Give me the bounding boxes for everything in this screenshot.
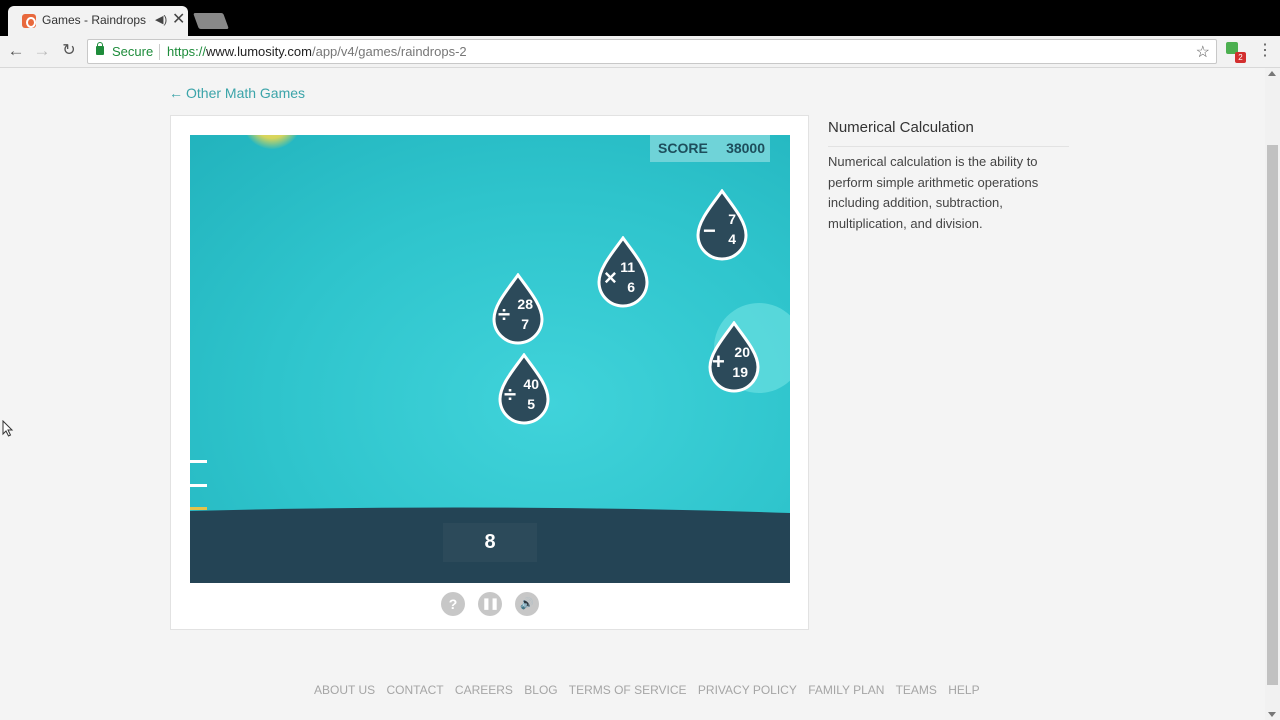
pause-button[interactable]: ❚❚: [478, 592, 502, 616]
mouse-cursor-icon: [2, 420, 14, 437]
page-scrollbar[interactable]: [1265, 68, 1280, 720]
extension-badge: 2: [1235, 52, 1246, 63]
game-card: SCORE 38000 − 7 4 × 11 6 ÷ 28 7 + 20 19 …: [170, 115, 809, 630]
footer-link-family-plan[interactable]: FAMILY PLAN: [808, 683, 884, 697]
raindrop: + 20 19: [706, 321, 762, 395]
speaker-icon[interactable]: ◀): [155, 13, 167, 26]
sound-button[interactable]: 🔊: [515, 592, 539, 616]
footer-links: ABOUT US CONTACT CAREERS BLOG TERMS OF S…: [314, 683, 988, 697]
left-arrow-icon: ←: [169, 85, 183, 101]
raindrop: − 7 4: [694, 189, 750, 263]
scroll-down-arrow-icon[interactable]: [1268, 712, 1276, 717]
browser-tab[interactable]: Games - Raindrops - L ◀) ✕: [8, 6, 188, 36]
back-link-label: Other Math Games: [186, 85, 306, 101]
scroll-up-arrow-icon[interactable]: [1268, 71, 1276, 76]
skill-description: Numerical calculation is the ability to …: [828, 154, 1039, 231]
drop-top-number: 40: [523, 376, 539, 392]
raindrop: ÷ 28 7: [490, 273, 546, 347]
drop-operator: −: [703, 218, 716, 243]
scroll-thumb[interactable]: [1267, 145, 1278, 685]
reload-icon[interactable]: ↻: [58, 40, 80, 62]
browser-toolbar: ← → ↻ Secure https://www.lumosity.com/ap…: [0, 36, 1280, 68]
footer-link-careers[interactable]: CAREERS: [455, 683, 513, 697]
score-label: SCORE: [658, 140, 708, 156]
url-path: /app/v4/games/raindrops-2: [311, 44, 467, 59]
score-display: SCORE 38000: [650, 135, 770, 162]
drop-bottom-number: 6: [627, 279, 635, 295]
lock-icon: [96, 42, 104, 55]
footer-link-contact[interactable]: CONTACT: [386, 683, 443, 697]
url-scheme: https://: [167, 44, 207, 59]
answer-display[interactable]: 8: [443, 523, 537, 562]
level-line: [190, 460, 207, 463]
footer-link-help[interactable]: HELP: [948, 683, 979, 697]
lumosity-favicon-icon: [22, 14, 36, 28]
level-line: [190, 484, 207, 487]
divider: [828, 146, 1069, 147]
url-host: www.lumosity.com: [206, 44, 312, 59]
browser-tabstrip: Games - Raindrops - L ◀) ✕: [0, 0, 1280, 36]
other-math-games-link[interactable]: ← Other Math Games: [169, 85, 305, 101]
footer-link-teams[interactable]: TEAMS: [896, 683, 937, 697]
drop-operator: +: [712, 349, 725, 374]
game-controls: ? ❚❚ 🔊: [441, 592, 541, 616]
raindrop: × 11 6: [595, 236, 651, 310]
drop-bottom-number: 5: [527, 396, 535, 412]
footer-link-blog[interactable]: BLOG: [524, 683, 557, 697]
help-button[interactable]: ?: [441, 592, 465, 616]
raindrops-game-canvas[interactable]: SCORE 38000 − 7 4 × 11 6 ÷ 28 7 + 20 19 …: [190, 135, 790, 583]
footer-link-privacy-policy[interactable]: PRIVACY POLICY: [698, 683, 797, 697]
new-tab-button[interactable]: [193, 13, 229, 29]
omnibox-divider: [159, 44, 160, 60]
tab-title: Games - Raindrops - L: [42, 13, 150, 27]
drop-top-number: 28: [517, 296, 533, 312]
score-value: 38000: [726, 140, 765, 156]
drop-top-number: 11: [620, 259, 635, 275]
drop-bottom-number: 19: [732, 364, 748, 380]
drop-top-number: 20: [734, 344, 750, 360]
close-tab-icon[interactable]: ✕: [172, 9, 185, 29]
address-bar[interactable]: Secure https://www.lumosity.com/app/v4/g…: [87, 39, 1217, 64]
drop-bottom-number: 4: [728, 231, 736, 247]
drop-top-number: 7: [728, 211, 736, 227]
footer-link-terms-of-service[interactable]: TERMS OF SERVICE: [569, 683, 687, 697]
skill-title: Numerical Calculation: [828, 119, 974, 136]
footer-link-about-us[interactable]: ABOUT US: [314, 683, 375, 697]
secure-label: Secure: [112, 44, 154, 59]
sun-glow: [242, 135, 302, 149]
browser-menu-icon[interactable]: ⋮: [1257, 40, 1273, 60]
drop-bottom-number: 7: [521, 316, 529, 332]
back-arrow-icon[interactable]: ←: [5, 40, 27, 62]
bookmark-star-icon[interactable]: ☆: [1196, 42, 1210, 62]
raindrop: ÷ 40 5: [496, 353, 552, 427]
forward-arrow-icon[interactable]: →: [31, 40, 53, 62]
url-text[interactable]: https://www.lumosity.com/app/v4/games/ra…: [167, 44, 467, 59]
